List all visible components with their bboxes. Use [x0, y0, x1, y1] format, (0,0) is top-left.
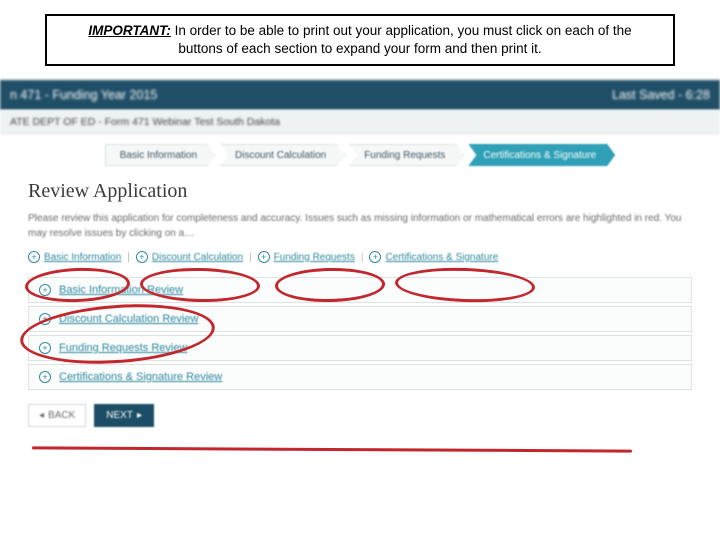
- panel-funding-requests-review[interactable]: + Funding Requests Review: [28, 335, 692, 361]
- expand-icon: +: [369, 251, 381, 263]
- back-button[interactable]: ◂ BACK: [28, 404, 86, 427]
- panel-discount-calculation-review[interactable]: + Discount Calculation Review: [28, 306, 692, 332]
- panel-basic-information-review[interactable]: + Basic Information Review: [28, 277, 692, 303]
- quick-links-row: + Basic Information | + Discount Calcula…: [28, 251, 692, 263]
- expand-icon: +: [39, 313, 51, 325]
- section-description: Please review this application for compl…: [28, 211, 692, 241]
- breadcrumb: ATE DEPT OF ED - Form 471 Webinar Test S…: [0, 110, 720, 134]
- step-label: Funding Requests: [364, 150, 445, 161]
- panel-label: Certifications & Signature Review: [59, 371, 222, 383]
- important-label: IMPORTANT:: [88, 23, 171, 38]
- header-bar: n 471 - Funding Year 2015 Last Saved - 6…: [0, 80, 720, 110]
- quick-link-label: Discount Calculation: [152, 252, 243, 263]
- panel-label: Funding Requests Review: [59, 342, 187, 354]
- important-text: In order to be able to print out your ap…: [175, 23, 632, 56]
- step-certifications-signature[interactable]: Certifications & Signature: [468, 144, 615, 166]
- next-label: NEXT: [106, 410, 133, 421]
- expand-icon: +: [258, 251, 270, 263]
- page-title: n 471 - Funding Year 2015: [10, 88, 157, 102]
- expand-icon: +: [136, 251, 148, 263]
- chevron-left-icon: ◂: [39, 410, 44, 421]
- quick-link-label: Funding Requests: [274, 252, 355, 263]
- last-saved: Last Saved - 6:28: [612, 88, 710, 102]
- expand-icon: +: [39, 284, 51, 296]
- expand-icon: +: [39, 342, 51, 354]
- expand-icon: +: [39, 371, 51, 383]
- divider: |: [249, 252, 252, 263]
- next-button[interactable]: NEXT ▸: [94, 404, 154, 427]
- quick-link-discount-calculation[interactable]: + Discount Calculation: [136, 251, 243, 263]
- wizard-steps: Basic Information Discount Calculation F…: [0, 134, 720, 180]
- app-window: n 471 - Funding Year 2015 Last Saved - 6…: [0, 80, 720, 427]
- step-discount-calculation[interactable]: Discount Calculation: [220, 144, 345, 166]
- content-area: Review Application Please review this ap…: [0, 180, 720, 427]
- button-row: ◂ BACK NEXT ▸: [28, 404, 692, 427]
- quick-link-label: Basic Information: [44, 252, 121, 263]
- quick-link-funding-requests[interactable]: + Funding Requests: [258, 251, 355, 263]
- step-funding-requests[interactable]: Funding Requests: [349, 144, 464, 166]
- step-label: Certifications & Signature: [483, 150, 596, 161]
- divider: |: [127, 252, 130, 263]
- step-label: Discount Calculation: [235, 150, 326, 161]
- instruction-callout: IMPORTANT: In order to be able to print …: [45, 14, 675, 66]
- step-label: Basic Information: [120, 150, 197, 161]
- breadcrumb-text: ATE DEPT OF ED - Form 471 Webinar Test S…: [10, 116, 280, 128]
- chevron-right-icon: ▸: [137, 410, 142, 421]
- quick-link-basic-information[interactable]: + Basic Information: [28, 251, 121, 263]
- back-label: BACK: [48, 410, 75, 421]
- divider: |: [361, 252, 364, 263]
- step-basic-information[interactable]: Basic Information: [105, 144, 216, 166]
- review-panels: + Basic Information Review + Discount Ca…: [28, 277, 692, 390]
- section-heading: Review Application: [28, 180, 692, 203]
- panel-label: Discount Calculation Review: [59, 313, 198, 325]
- panel-label: Basic Information Review: [59, 284, 183, 296]
- quick-link-certifications-signature[interactable]: + Certifications & Signature: [369, 251, 498, 263]
- expand-icon: +: [28, 251, 40, 263]
- underline-annotation: [32, 446, 632, 452]
- quick-link-label: Certifications & Signature: [385, 252, 498, 263]
- panel-certifications-signature-review[interactable]: + Certifications & Signature Review: [28, 364, 692, 390]
